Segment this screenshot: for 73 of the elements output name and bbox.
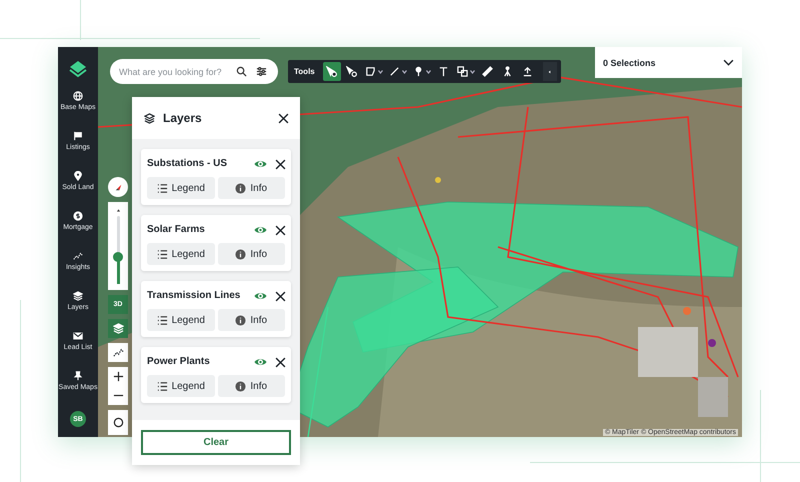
flag-icon [73,131,83,141]
clear-button[interactable]: Clear [141,430,291,455]
layers-button[interactable] [108,319,128,338]
close-icon [275,290,286,302]
caret-icon [378,70,383,74]
legend-button[interactable]: Legend [147,243,214,265]
line-icon [388,66,400,77]
layer-name: Power Plants [147,356,211,367]
info-icon [235,248,246,260]
remove-layer-button[interactable] [275,224,285,234]
layer-name: Substations - US [147,158,228,169]
globe-icon [73,91,83,101]
slider-thumb[interactable] [113,252,123,262]
legend-button[interactable]: Legend [147,309,214,331]
shapes-icon [456,66,468,77]
caret-icon [402,70,407,74]
panel-title: Layers [163,111,203,125]
thumbtack-icon [73,371,83,381]
caret-icon [470,70,475,74]
selections-dropdown[interactable]: 0 Selections [595,47,742,78]
map-pin-icon [73,171,83,181]
plus-icon [112,371,124,382]
layers-icon [73,291,83,301]
radio-control[interactable] [108,410,128,435]
search-field[interactable]: What are you looking for? [110,59,278,84]
logo-icon [68,59,88,79]
list-icon [156,314,168,326]
close-icon [275,224,286,236]
upload-icon [522,66,534,77]
mountain-icon [116,208,120,212]
remove-layer-button[interactable] [275,290,285,300]
close-icon [275,356,286,368]
filter-sliders-icon [256,66,267,77]
info-icon [235,314,246,326]
close-button[interactable] [278,113,288,123]
toolbar-label: Tools [294,67,315,76]
legend-button[interactable]: Legend [147,177,214,199]
polygon-icon [364,66,376,77]
info-button[interactable]: Info [218,309,285,331]
pitch-slider[interactable] [108,202,128,290]
envelope-icon [73,331,83,341]
remove-layer-button[interactable] [275,158,285,168]
legend-button[interactable]: Legend [147,375,214,397]
info-button[interactable]: Info [218,243,285,265]
info-icon [235,182,246,194]
caret-icon [426,70,431,74]
info-icon [235,380,246,392]
list-icon [156,380,168,392]
tripod-icon [502,66,514,77]
list-icon [156,182,168,194]
tool-button[interactable] [322,62,341,81]
chevron-down-icon [723,57,734,68]
layers-icon [144,112,155,124]
list-icon [156,248,168,260]
layer-name: Transmission Lines [147,290,242,301]
insights-button[interactable] [108,343,128,362]
remove-layer-button[interactable] [275,356,285,366]
dollar-icon [73,211,83,221]
info-button[interactable]: Info [218,177,285,199]
cursor-point-icon [346,66,358,77]
layer-name: Solar Farms [147,224,206,235]
circle-icon [112,417,124,428]
close-icon [275,158,286,170]
search-icon [236,66,247,77]
info-button[interactable]: Info [218,375,285,397]
cursor-icon [326,66,338,77]
pushpin-icon [412,66,424,77]
text-icon [438,66,450,77]
layers-icon [112,323,124,334]
ruler-icon [482,66,494,77]
chart-icon [112,347,124,358]
chart-icon [73,251,83,261]
close-icon [278,113,289,124]
